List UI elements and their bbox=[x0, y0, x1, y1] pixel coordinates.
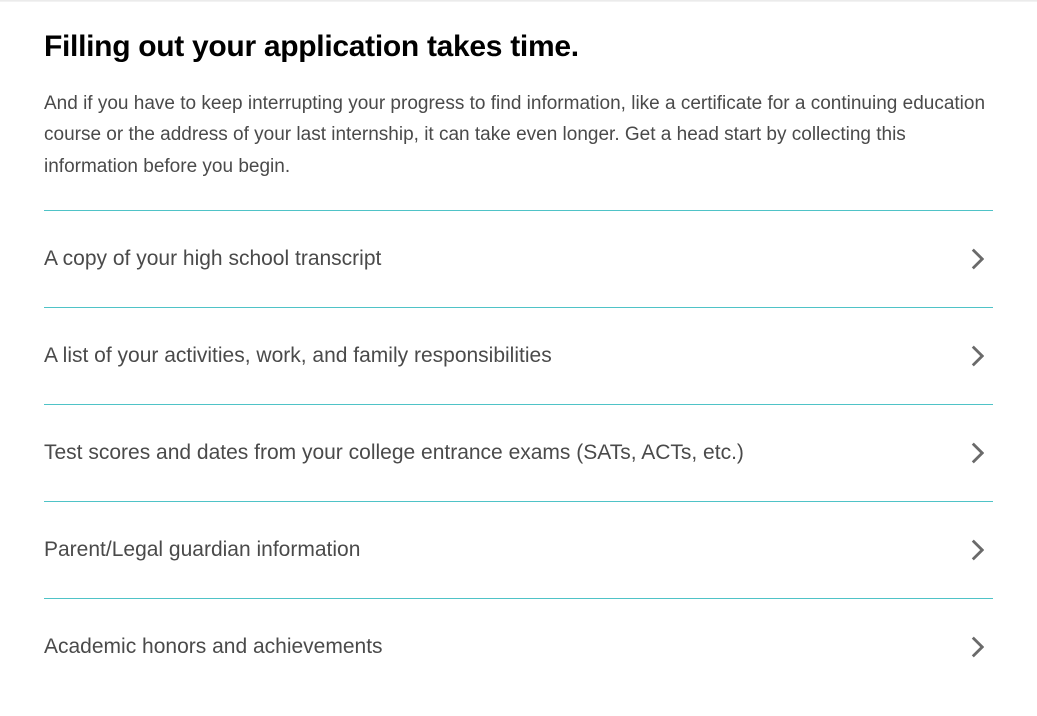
chevron-right-icon bbox=[967, 443, 987, 463]
accordion-list: A copy of your high school transcript A … bbox=[44, 210, 993, 695]
accordion-item-honors[interactable]: Academic honors and achievements bbox=[44, 598, 993, 695]
page-title: Filling out your application takes time. bbox=[44, 30, 993, 64]
intro-paragraph: And if you have to keep interrupting you… bbox=[44, 88, 993, 182]
accordion-item-label: Academic honors and achievements bbox=[44, 635, 383, 659]
chevron-right-icon bbox=[967, 540, 987, 560]
accordion-item-label: Test scores and dates from your college … bbox=[44, 441, 744, 465]
chevron-right-icon bbox=[967, 346, 987, 366]
accordion-item-label: Parent/Legal guardian information bbox=[44, 538, 360, 562]
top-divider bbox=[0, 0, 1037, 2]
accordion-item-label: A copy of your high school transcript bbox=[44, 247, 381, 271]
accordion-item-guardian-info[interactable]: Parent/Legal guardian information bbox=[44, 501, 993, 598]
accordion-item-transcript[interactable]: A copy of your high school transcript bbox=[44, 210, 993, 307]
accordion-item-test-scores[interactable]: Test scores and dates from your college … bbox=[44, 404, 993, 501]
accordion-item-activities[interactable]: A list of your activities, work, and fam… bbox=[44, 307, 993, 404]
accordion-item-label: A list of your activities, work, and fam… bbox=[44, 344, 552, 368]
chevron-right-icon bbox=[967, 249, 987, 269]
chevron-right-icon bbox=[967, 637, 987, 657]
